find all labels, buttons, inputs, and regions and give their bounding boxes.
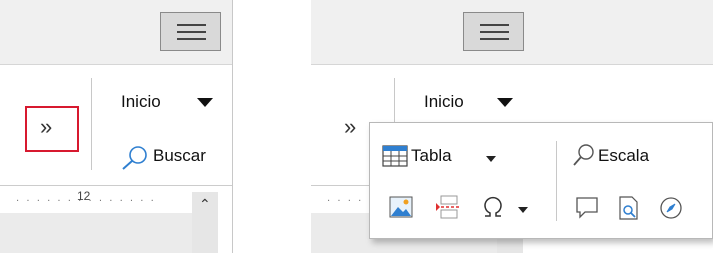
navigator-icon[interactable] <box>659 196 683 220</box>
escala-button[interactable]: Escala <box>598 146 649 166</box>
toolbar-divider <box>0 64 232 65</box>
toolbar-separator <box>91 78 92 170</box>
chevron-down-icon[interactable] <box>197 98 213 107</box>
special-character-icon[interactable] <box>481 195 505 219</box>
tabla-dropdown-icon[interactable] <box>486 156 496 162</box>
popup-separator <box>556 141 557 221</box>
menu-button[interactable] <box>160 12 221 51</box>
inicio-button[interactable]: Inicio <box>121 92 161 112</box>
tabla-label: Tabla <box>411 146 452 165</box>
toolbar-separator <box>394 78 395 122</box>
toolbar-divider <box>311 64 713 65</box>
ruler-number: 12 <box>77 189 91 203</box>
highlight-box <box>25 106 79 152</box>
comment-icon[interactable] <box>575 196 599 220</box>
buscar-label: Buscar <box>153 146 206 165</box>
page-preview-icon[interactable] <box>617 196 641 220</box>
buscar-button[interactable]: Buscar <box>153 146 206 166</box>
chevron-down-icon[interactable] <box>497 98 513 107</box>
search-icon <box>122 146 147 170</box>
document-background <box>0 213 192 253</box>
ruler-ticks: · · · · <box>327 196 364 207</box>
double-chevron-right-icon[interactable]: » <box>40 114 52 140</box>
inicio-label: Inicio <box>121 92 161 111</box>
page-break-icon[interactable] <box>435 195 461 219</box>
escala-label: Escala <box>598 146 650 165</box>
scroll-up-icon[interactable]: ⌃ <box>199 196 211 213</box>
inicio-button[interactable]: Inicio <box>424 92 464 112</box>
overflow-toolbar-popup: Tabla Escala <box>369 122 713 239</box>
tabla-button[interactable]: Tabla <box>411 146 452 166</box>
menu-button[interactable] <box>463 12 524 51</box>
image-icon[interactable] <box>389 196 413 218</box>
double-chevron-right-icon[interactable]: » <box>344 114 356 140</box>
special-character-dropdown-icon[interactable] <box>518 207 528 213</box>
table-icon[interactable] <box>382 145 408 167</box>
panel-border <box>232 0 233 253</box>
inicio-label: Inicio <box>424 92 464 111</box>
toolbar-panel-collapsed: » Inicio Buscar · · · · · · · · · · · · … <box>0 0 232 253</box>
zoom-icon <box>573 144 594 166</box>
